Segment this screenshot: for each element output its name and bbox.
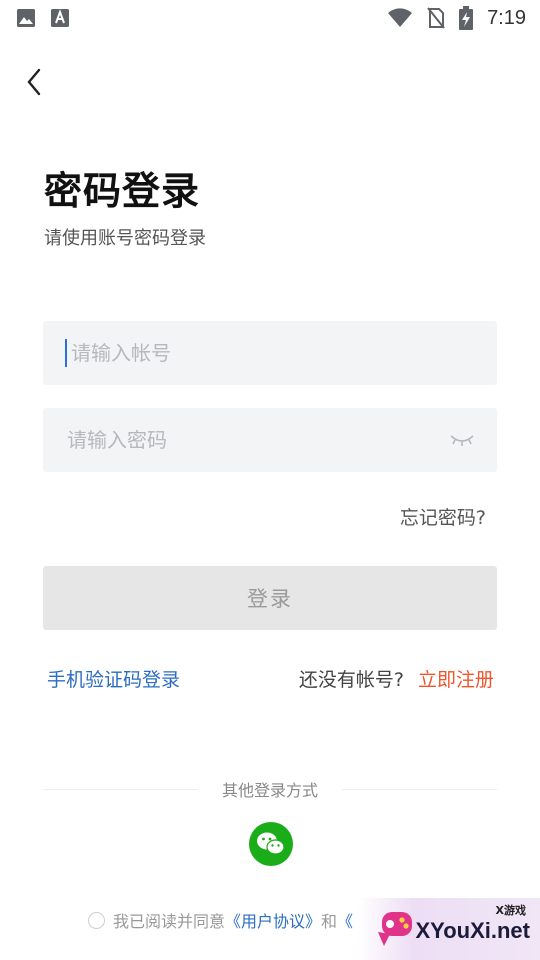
user-agreement-link[interactable]: 《用户协议》 [225,908,321,932]
login-button[interactable]: 登录 [43,566,497,630]
eye-closed-icon[interactable] [449,433,475,447]
other-login-row: 其他登录方式 [43,778,498,800]
account-field[interactable] [43,321,497,385]
register-link[interactable]: 立即注册 [418,665,494,692]
back-button[interactable] [18,62,50,102]
chevron-left-icon [27,68,41,96]
status-bar: 7:19 [0,0,540,36]
text-caret [65,339,67,367]
game-controller-logo-icon [378,912,412,946]
agreement-checkbox[interactable] [88,911,105,929]
agreement-and: 和 [321,912,338,931]
divider-right [342,788,498,790]
battery-charging-icon [459,6,474,30]
page-subtitle: 请使用账号密码登录 [44,228,206,249]
agreement-prefix: 我已阅读并同意 [113,912,226,931]
password-field[interactable] [43,408,497,472]
watermark-big-text: XYouXi.net [415,918,531,943]
divider-left [43,788,198,790]
privacy-policy-link[interactable]: 《 [337,908,353,932]
watermark: X游戏 XYouXi.net [358,898,540,960]
font-icon [51,9,69,27]
wechat-icon [257,832,285,855]
status-time: 7:19 [487,6,526,29]
register-row: 还没有帐号? 立即注册 [299,665,494,692]
wifi-icon [388,8,413,27]
status-right: 7:19 [387,6,526,30]
wechat-login-button[interactable] [249,822,293,866]
agreement-row: 我已阅读并同意 《用户协议》 和 《 [88,908,353,932]
no-sim-icon [427,7,445,29]
password-input[interactable] [65,427,449,453]
account-input[interactable] [69,340,475,366]
page-title: 密码登录 [44,169,201,213]
no-account-text: 还没有帐号? [298,669,404,691]
forgot-password-link[interactable]: 忘记密码? [400,503,486,530]
other-login-label: 其他登录方式 [222,781,319,800]
sms-login-link[interactable]: 手机验证码登录 [47,665,180,692]
status-left [16,8,70,28]
image-icon [17,9,35,27]
watermark-small-text: X游戏 [495,904,526,917]
